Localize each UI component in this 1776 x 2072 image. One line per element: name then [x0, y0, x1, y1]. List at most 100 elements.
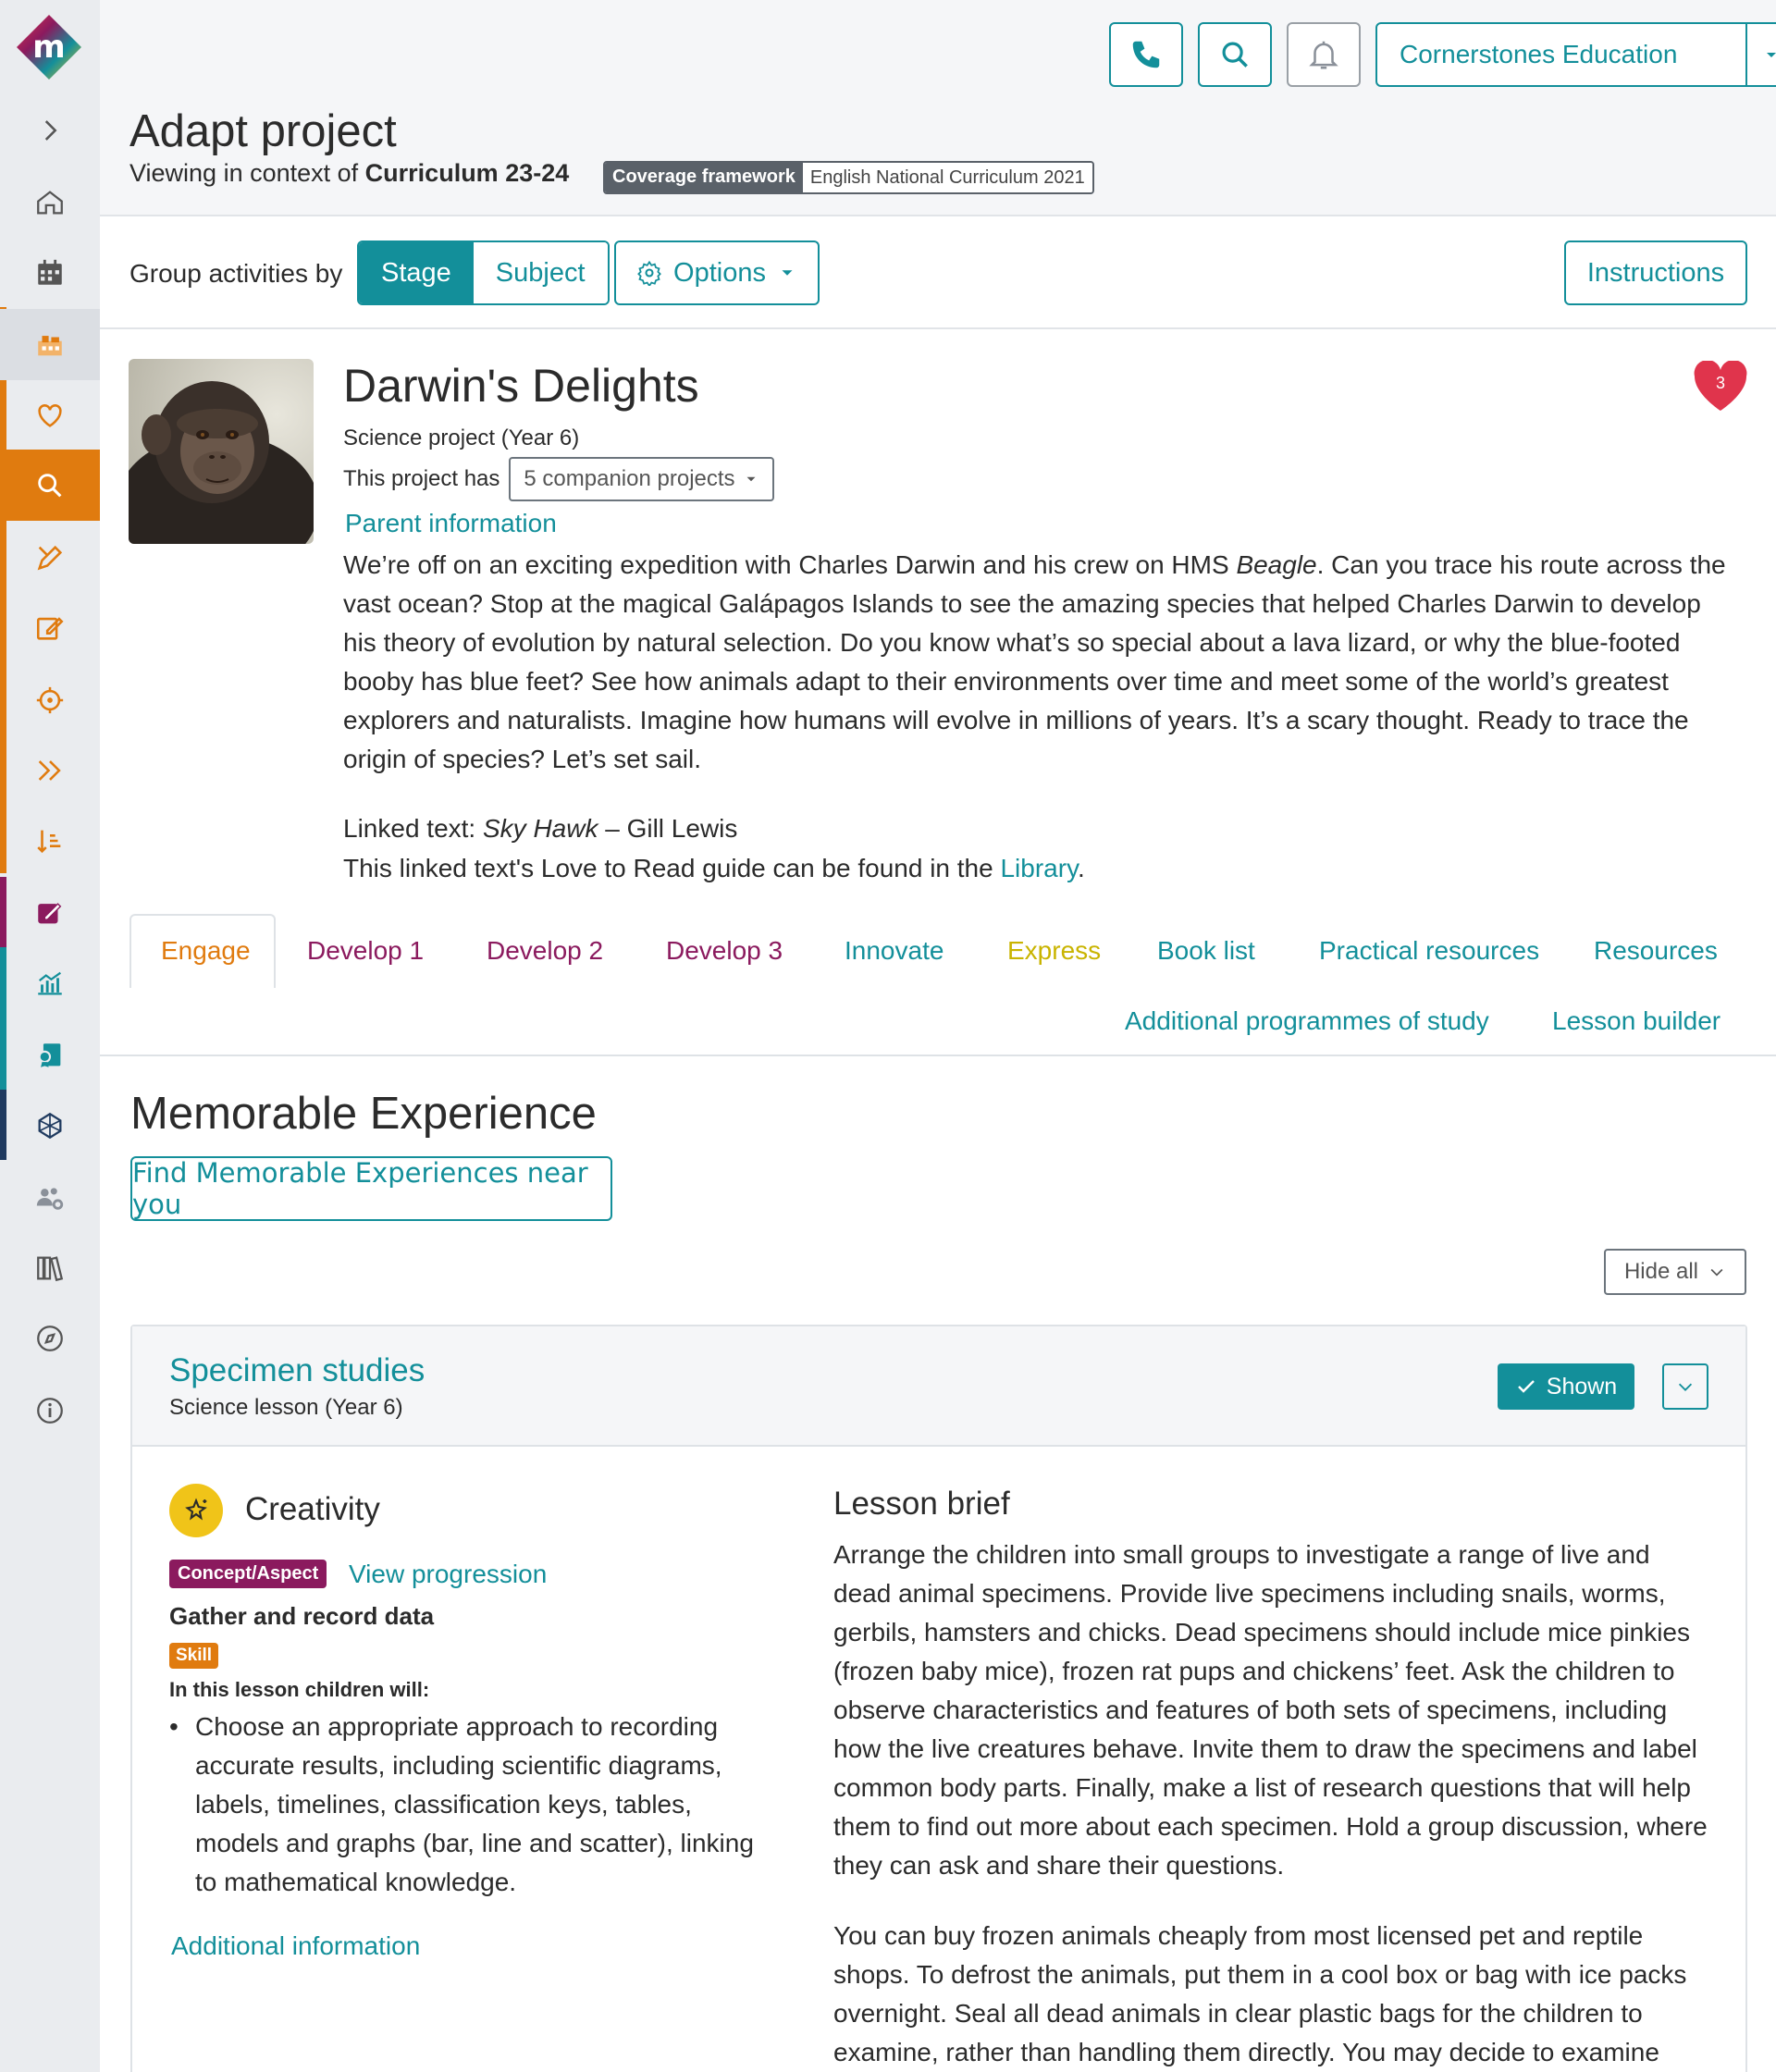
search-icon [1222, 42, 1248, 68]
chevron-down-icon [1678, 1383, 1693, 1391]
coverage-key: Coverage framework [605, 163, 803, 192]
phone-button[interactable] [1109, 22, 1183, 87]
gear-icon [637, 260, 661, 286]
projects-icon [38, 335, 62, 355]
outcome-item: • Choose an appropriate approach to reco… [169, 1708, 761, 1902]
fast-forward-icon [38, 759, 61, 781]
find-experiences-button[interactable]: Find Memorable Experiences near you [130, 1156, 612, 1221]
group-by-subject-button[interactable]: Subject [473, 242, 608, 303]
tab-innovate[interactable]: Innovate [845, 936, 944, 966]
tab-develop-2[interactable]: Develop 2 [487, 936, 603, 966]
hide-all-button[interactable]: Hide all [1604, 1249, 1746, 1295]
favourite-heart-icon[interactable]: 3 [1693, 361, 1748, 413]
linked-text-title: Sky Hawk [482, 814, 598, 843]
view-progression-link[interactable]: View progression [349, 1560, 547, 1589]
instructions-button[interactable]: Instructions [1564, 240, 1747, 305]
chimpanzee-image [129, 359, 314, 544]
sparkle-icon [185, 1498, 207, 1521]
outcomes-heading: In this lesson children will: [169, 1678, 430, 1701]
shown-label: Shown [1546, 1373, 1618, 1400]
org-dropdown-toggle[interactable] [1745, 22, 1776, 87]
sidebar-item-projects[interactable] [0, 309, 100, 380]
compass-icon [37, 1325, 63, 1351]
outcome-text: Choose an appropriate approach to record… [195, 1712, 754, 1896]
sidebar-item-info[interactable] [0, 1375, 100, 1446]
tab-lesson-builder[interactable]: Lesson builder [1552, 1006, 1720, 1036]
tab-engage[interactable]: Engage [161, 936, 251, 966]
assessment-icon [38, 902, 62, 923]
creativity-icon [169, 1484, 223, 1537]
sidebar-item-calendar[interactable] [0, 237, 100, 308]
options-button[interactable]: Options [614, 240, 820, 305]
sidebar: m [0, 0, 100, 2072]
shown-toggle-button[interactable]: Shown [1498, 1363, 1634, 1410]
org-name: Cornerstones Education [1400, 40, 1678, 68]
sidebar-item-target[interactable] [0, 664, 100, 735]
sort-icon [37, 830, 61, 853]
bullet: • [169, 1712, 179, 1741]
sidebar-item-compass[interactable] [0, 1302, 100, 1374]
sidebar-item-analytics[interactable] [0, 947, 100, 1018]
chevron-down-icon [1710, 1268, 1723, 1276]
badge-icon [38, 1042, 61, 1067]
linked-text-info: Linked text: Sky Hawk – Gill Lewis This … [343, 808, 1085, 888]
sidebar-item-home[interactable] [0, 166, 100, 238]
sidebar-item-assessment[interactable] [0, 877, 100, 948]
sidebar-item-badge[interactable] [0, 1019, 100, 1091]
sidebar-item-favourites[interactable] [0, 379, 100, 450]
description-text-a: We’re off on an exciting expedition with… [343, 550, 1237, 579]
sidebar-item-network[interactable] [0, 1090, 100, 1161]
tab-express[interactable]: Express [1007, 936, 1101, 966]
sidebar-item-search[interactable] [0, 450, 100, 521]
concept-name: Creativity [245, 1491, 380, 1527]
context-name: Curriculum 23-24 [364, 159, 570, 187]
context-prefix: Viewing in context of [130, 159, 359, 187]
lesson-brief-paragraph-1: Arrange the children into small groups t… [833, 1540, 1708, 1880]
sidebar-item-fast-forward[interactable] [0, 734, 100, 806]
lesson-card: Specimen studies Science lesson (Year 6)… [130, 1325, 1747, 2072]
users-settings-icon [36, 1187, 64, 1210]
target-icon [36, 686, 64, 713]
lesson-brief-title: Lesson brief [833, 1486, 1010, 1522]
check-icon [1517, 1380, 1535, 1393]
sidebar-item-users-settings[interactable] [0, 1162, 100, 1233]
notifications-button[interactable] [1287, 22, 1361, 87]
companion-projects-dropdown[interactable]: 5 companion projects [509, 457, 774, 501]
design-icon [37, 545, 63, 570]
sidebar-expand[interactable] [0, 94, 100, 166]
hide-all-label: Hide all [1623, 1259, 1699, 1284]
search-button[interactable] [1198, 22, 1272, 87]
group-by-stage-button[interactable]: Stage [359, 242, 474, 303]
tab-resources[interactable]: Resources [1594, 936, 1718, 966]
sidebar-item-design[interactable] [0, 522, 100, 593]
additional-information-link[interactable]: Additional information [171, 1931, 420, 1961]
calendar-icon [38, 259, 62, 285]
favourite-count: 3 [1716, 374, 1725, 392]
library-icon [37, 1255, 64, 1281]
org-switcher[interactable]: Cornerstones Education [1375, 22, 1747, 87]
lesson-card-header: Specimen studies Science lesson (Year 6)… [132, 1326, 1745, 1447]
tab-book-list[interactable]: Book list [1157, 936, 1255, 966]
sidebar-item-sort[interactable] [0, 805, 100, 876]
caret-down-icon [782, 270, 793, 276]
caret-down-icon [1767, 53, 1776, 57]
lesson-title-link[interactable]: Specimen studies [169, 1352, 425, 1389]
lesson-brief-paragraph-2: You can buy frozen animals cheaply from … [833, 1921, 1687, 2066]
library-link[interactable]: Library [1000, 854, 1078, 882]
tab-develop-3[interactable]: Develop 3 [666, 936, 783, 966]
group-by-label: Group activities by [130, 259, 343, 288]
expand-lesson-button[interactable] [1662, 1363, 1708, 1410]
sidebar-item-library[interactable] [0, 1232, 100, 1303]
tab-develop-1[interactable]: Develop 1 [307, 936, 424, 966]
skill-badge: Skill [169, 1643, 219, 1669]
project-image [129, 359, 314, 544]
curriculum-context: Viewing in context of Curriculum 23-24 [130, 159, 569, 188]
logo-icon[interactable]: m [15, 13, 83, 81]
parent-information-link[interactable]: Parent information [345, 509, 557, 538]
sidebar-item-edit[interactable] [0, 592, 100, 663]
tab-additional-programmes[interactable]: Additional programmes of study [1125, 1006, 1489, 1036]
group-activities-bar: Group activities by Stage Subject Option… [100, 216, 1776, 329]
tab-practical-resources[interactable]: Practical resources [1319, 936, 1539, 966]
linked-text-author: – Gill Lewis [598, 814, 738, 843]
project-title: Darwin's Delights [343, 360, 699, 412]
